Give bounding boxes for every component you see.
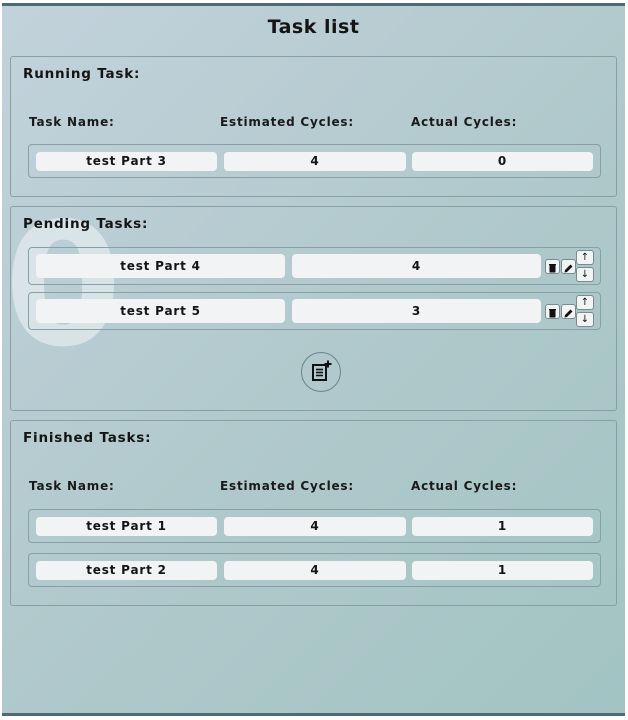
column-header-actual: Actual Cycles: bbox=[411, 115, 518, 129]
column-header-estimated: Estimated Cycles: bbox=[220, 115, 354, 129]
pencil-icon bbox=[564, 264, 573, 273]
pencil-icon bbox=[564, 309, 573, 318]
move-down-button[interactable]: ↓ bbox=[576, 312, 594, 327]
finished-task-row: test Part 1 4 1 bbox=[28, 509, 601, 543]
trash-icon bbox=[549, 264, 556, 273]
delete-task-button[interactable] bbox=[545, 259, 560, 274]
finished-tasks-section: Finished Tasks: Task Name: Estimated Cyc… bbox=[10, 420, 617, 606]
move-up-button[interactable]: ↑ bbox=[576, 250, 594, 265]
app-window: 0 Task list Running Task: Task Name: Est… bbox=[2, 3, 625, 716]
estimated-cycles-cell: 4 bbox=[224, 517, 406, 536]
page-title: Task list bbox=[267, 16, 360, 38]
column-header-actual: Actual Cycles: bbox=[411, 479, 518, 493]
estimated-cycles-cell: 4 bbox=[224, 152, 406, 171]
finished-task-row: test Part 2 4 1 bbox=[28, 553, 601, 587]
estimated-cycles-cell: 4 bbox=[292, 254, 541, 278]
actual-cycles-cell: 1 bbox=[412, 561, 593, 580]
column-header-task-name: Task Name: bbox=[29, 479, 115, 493]
finished-tasks-heading: Finished Tasks: bbox=[23, 430, 152, 446]
column-header-estimated: Estimated Cycles: bbox=[220, 479, 354, 493]
task-name-cell: test Part 3 bbox=[36, 152, 217, 171]
estimated-cycles-cell: 3 bbox=[292, 299, 541, 323]
estimated-cycles-cell: 4 bbox=[224, 561, 406, 580]
add-task-button[interactable] bbox=[301, 352, 341, 392]
trash-icon bbox=[549, 309, 556, 318]
pending-task-row: test Part 4 4 ↑ ↓ bbox=[28, 247, 601, 285]
pending-tasks-section: Pending Tasks: test Part 4 4 ↑ ↓ test Pa… bbox=[10, 206, 617, 411]
edit-task-button[interactable] bbox=[561, 304, 576, 319]
task-name-cell: test Part 2 bbox=[36, 561, 217, 580]
running-task-section: Running Task: Task Name: Estimated Cycle… bbox=[10, 56, 617, 197]
pending-tasks-heading: Pending Tasks: bbox=[23, 216, 149, 232]
pending-task-row: test Part 5 3 ↑ ↓ bbox=[28, 292, 601, 330]
add-task-icon bbox=[312, 360, 332, 381]
delete-task-button[interactable] bbox=[545, 304, 560, 319]
column-header-task-name: Task Name: bbox=[29, 115, 115, 129]
edit-task-button[interactable] bbox=[561, 259, 576, 274]
actual-cycles-cell: 1 bbox=[412, 517, 593, 536]
running-task-heading: Running Task: bbox=[23, 66, 141, 82]
task-name-cell: test Part 4 bbox=[36, 254, 285, 278]
task-name-cell: test Part 5 bbox=[36, 299, 285, 323]
move-up-button[interactable]: ↑ bbox=[576, 295, 594, 310]
task-name-cell: test Part 1 bbox=[36, 517, 217, 536]
actual-cycles-cell: 0 bbox=[412, 152, 593, 171]
move-down-button[interactable]: ↓ bbox=[576, 267, 594, 282]
running-task-row: test Part 3 4 0 bbox=[28, 144, 601, 178]
